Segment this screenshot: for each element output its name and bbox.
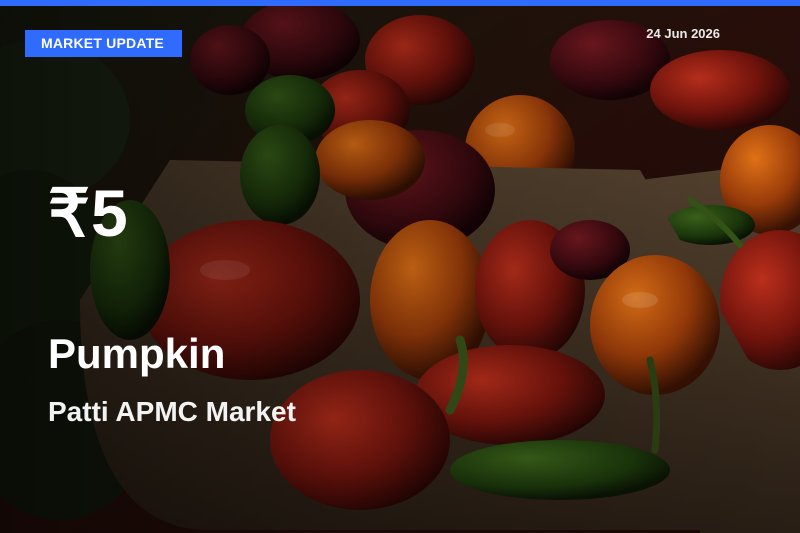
- update-date: 24 Jun 2026: [646, 26, 720, 41]
- market-update-badge: MARKET UPDATE: [25, 30, 182, 57]
- top-accent-bar: [0, 0, 800, 6]
- market-name: Patti APMC Market: [48, 396, 296, 427]
- price-value: ₹5: [48, 176, 129, 250]
- badge-label: MARKET UPDATE: [41, 35, 164, 51]
- market-update-card: MARKET UPDATE 24 Jun 2026 ₹5 Pumpkin Pat…: [0, 0, 800, 533]
- commodity-name: Pumpkin: [48, 330, 226, 377]
- image-overlay: [0, 0, 800, 533]
